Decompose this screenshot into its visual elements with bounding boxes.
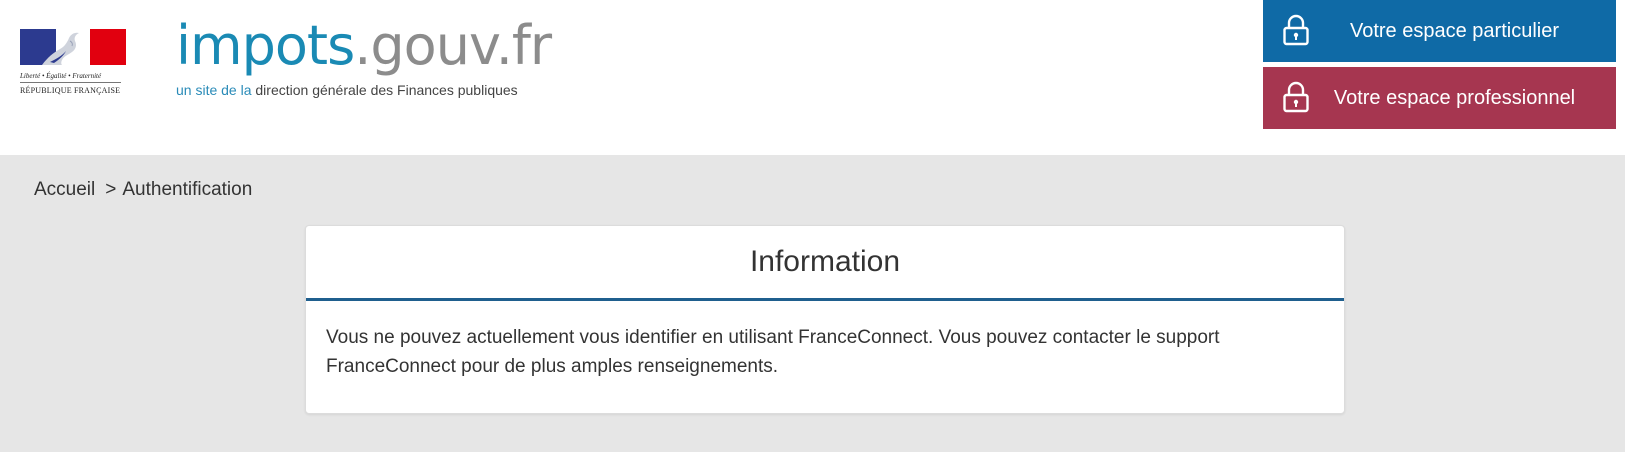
impots-gouv-logo[interactable]: impots.gouv.fr un site de la direction g… [176, 14, 552, 99]
information-card: Information Vous ne pouvez actuellement … [305, 225, 1345, 414]
tagline-dgfip: direction générale des Finances publique… [255, 82, 518, 98]
espace-professionnel-button[interactable]: Votre espace professionnel [1263, 67, 1616, 129]
site-header: Liberté • Égalité • Fraternité RÉPUBLIQU… [0, 0, 1625, 155]
espace-particulier-label: Votre espace particulier [1349, 19, 1559, 42]
lock-icon [1281, 14, 1311, 52]
site-title: impots.gouv.fr [176, 14, 552, 77]
breadcrumb-separator: > [105, 179, 117, 200]
breadcrumb: Accueil > Authentification [34, 178, 252, 202]
tagline-prefix: un site de la [176, 82, 252, 98]
republic-name: RÉPUBLIQUE FRANÇAISE [20, 86, 121, 95]
espace-particulier-button[interactable]: Votre espace particulier [1263, 0, 1616, 62]
card-message: Vous ne pouvez actuellement vous identif… [326, 327, 1220, 377]
marianne-flag-icon [20, 29, 126, 65]
site-title-impots: impots [176, 14, 355, 77]
breadcrumb-home-link[interactable]: Accueil [34, 179, 95, 200]
card-title: Information [306, 226, 1344, 301]
espace-professionnel-label: Votre espace professionnel [1333, 86, 1576, 109]
lock-icon [1281, 81, 1311, 119]
republic-motto: Liberté • Égalité • Fraternité [20, 72, 121, 83]
breadcrumb-current: Authentification [122, 179, 253, 200]
site-title-domain: .gouv.fr [354, 14, 552, 77]
site-tagline: un site de la direction générale des Fin… [176, 82, 551, 98]
republique-francaise-logo[interactable]: Liberté • Égalité • Fraternité RÉPUBLIQU… [20, 29, 128, 95]
